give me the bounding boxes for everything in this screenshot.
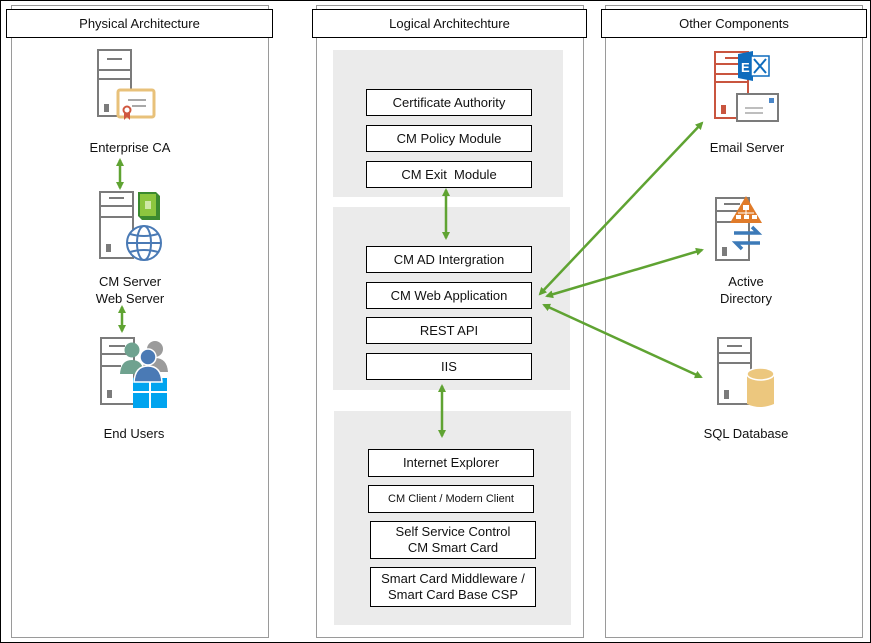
cm-web-application-box: CM Web Application xyxy=(366,282,532,309)
rest-api-text: REST API xyxy=(419,322,479,338)
physical-architecture-header: Physical Architecture xyxy=(6,9,273,38)
directory-text: Directory xyxy=(719,291,772,306)
internet-explorer-box: Internet Explorer xyxy=(368,449,534,477)
web-server-text: Web Server xyxy=(95,291,165,306)
cm-ad-integration-text: CM AD Intergration xyxy=(393,251,505,267)
other-components-header: Other Components xyxy=(601,9,867,38)
cm-server-text: CM Server xyxy=(98,274,162,289)
physical-architecture-title: Physical Architecture xyxy=(79,16,200,31)
cm-web-application-text: CM Web Application xyxy=(390,287,508,303)
self-service-control-text: Self Service Control CM Smart Card xyxy=(395,524,511,555)
iis-text: IIS xyxy=(441,358,457,374)
cm-server-label: CM Server Web Server xyxy=(70,273,190,307)
server-web-globe-icon xyxy=(98,190,166,264)
server-certificate-icon xyxy=(96,48,158,120)
enterprise-ca-label: Enterprise CA xyxy=(70,139,190,156)
svg-text:E: E xyxy=(741,60,750,75)
rest-api-box: REST API xyxy=(366,317,532,344)
cm-client-text: CM Client / Modern Client xyxy=(388,493,514,505)
end-users-text: End Users xyxy=(103,426,165,441)
email-server-text: Email Server xyxy=(709,140,785,155)
logical-architecture-header: Logical Architechture xyxy=(312,9,587,38)
internet-explorer-text: Internet Explorer xyxy=(402,455,500,470)
cm-ad-integration-box: CM AD Intergration xyxy=(366,246,532,273)
cm-exit-module-text: CM Exit Module xyxy=(401,166,497,182)
self-service-control-box: Self Service Control CM Smart Card xyxy=(370,521,536,559)
smart-card-middleware-text: Smart Card Middleware / Smart Card Base … xyxy=(381,571,525,602)
server-users-windows-icon xyxy=(99,336,169,410)
enterprise-ca-text: Enterprise CA xyxy=(89,140,171,155)
end-users-label: End Users xyxy=(74,425,194,442)
logical-architecture-title: Logical Architechture xyxy=(389,16,510,31)
other-components-title: Other Components xyxy=(679,16,789,31)
exchange-email-server-icon: E xyxy=(713,50,781,124)
sql-database-text: SQL Database xyxy=(703,426,789,441)
active-directory-icon xyxy=(714,195,766,265)
smart-card-middleware-box: Smart Card Middleware / Smart Card Base … xyxy=(370,567,536,607)
cm-client-box: CM Client / Modern Client xyxy=(368,485,534,513)
sql-database-icon xyxy=(716,336,778,410)
email-server-label: Email Server xyxy=(687,139,807,156)
certificate-authority-text: Certificate Authority xyxy=(392,94,506,110)
cm-exit-module-box: CM Exit Module xyxy=(366,161,532,188)
certificate-authority-box: Certificate Authority xyxy=(366,89,532,116)
iis-box: IIS xyxy=(366,353,532,380)
sql-database-label: SQL Database xyxy=(686,425,806,442)
cm-policy-module-box: CM Policy Module xyxy=(366,125,532,152)
cm-policy-module-text: CM Policy Module xyxy=(396,130,502,146)
active-directory-label: Active Directory xyxy=(686,273,806,307)
active-text: Active xyxy=(728,274,764,289)
